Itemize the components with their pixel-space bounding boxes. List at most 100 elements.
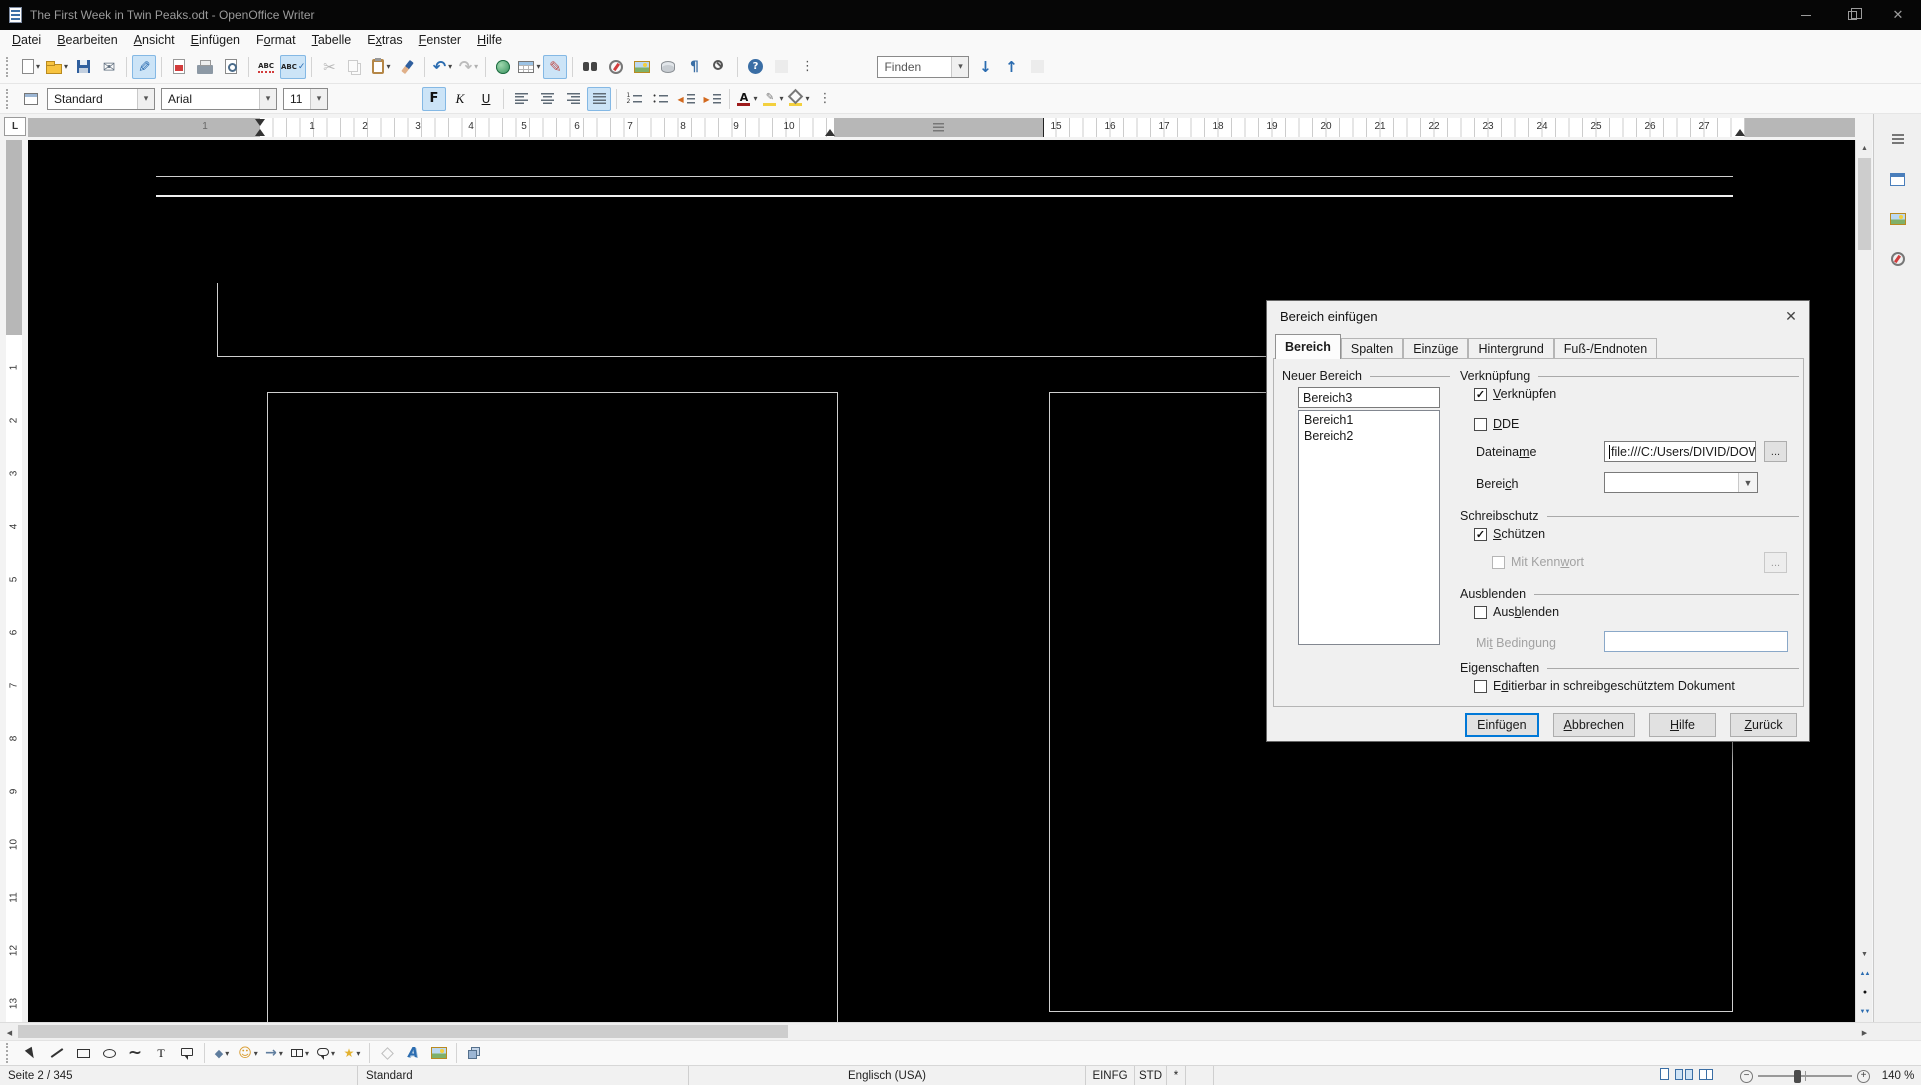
align-left-button[interactable] [509, 87, 533, 111]
find-replace-button[interactable] [578, 55, 602, 79]
status-selection-mode[interactable]: STD [1135, 1066, 1167, 1085]
tab-einzuege[interactable]: Einzüge [1403, 338, 1468, 359]
edit-file-button[interactable] [132, 55, 156, 79]
navigation-button[interactable]: ● [1856, 983, 1873, 1002]
zoom-slider[interactable]: − + [1740, 1068, 1870, 1084]
dropdown-caret-icon[interactable]: ▾ [305, 1049, 309, 1058]
block-arrows-button[interactable]: ▾ [262, 1041, 286, 1065]
menu-bearbeiten[interactable]: Bearbeiten [49, 31, 125, 49]
status-page-number[interactable]: Seite 2 / 345 [0, 1066, 358, 1085]
menu-einfuegen[interactable]: Einfügen [183, 31, 248, 49]
paragraph-style-select[interactable]: Standard ▾ [47, 88, 155, 110]
sidebar-properties-button[interactable] [1883, 164, 1913, 194]
tab-fuss-endnoten[interactable]: Fuß-/Endnoten [1554, 338, 1657, 359]
fontwork-gallery-button[interactable] [401, 1041, 425, 1065]
email-button[interactable] [97, 55, 121, 79]
zoom-in-icon[interactable]: + [1857, 1070, 1870, 1083]
undo-button[interactable]: ▾ [430, 55, 454, 79]
status-language[interactable]: Englisch (USA) [689, 1066, 1086, 1085]
menu-extras[interactable]: Extras [359, 31, 410, 49]
status-page-style[interactable]: Standard [358, 1066, 689, 1085]
scroll-right-icon[interactable]: ▶ [1856, 1024, 1873, 1041]
decrease-indent-button[interactable] [674, 87, 698, 111]
zoom-out-icon[interactable]: − [1740, 1070, 1753, 1083]
zoom-slider-thumb[interactable] [1794, 1070, 1801, 1083]
vertical-scrollbar-thumb[interactable] [1858, 158, 1871, 250]
filename-input[interactable]: file:///C:/Users/DIVID/DOWI [1604, 441, 1756, 462]
dropdown-caret-icon[interactable]: ▾ [805, 94, 809, 103]
find-input[interactable]: Finden ▾ [877, 56, 969, 78]
view-multi-page-button[interactable] [1675, 1069, 1693, 1083]
sidebar-gallery-button[interactable] [1883, 204, 1913, 234]
dropdown-caret-icon[interactable]: ▾ [36, 62, 40, 71]
status-insert-mode[interactable]: EINFG [1086, 1066, 1135, 1085]
horizontal-scrollbar-thumb[interactable] [18, 1025, 788, 1038]
sidebar-sidebar-settings-button[interactable] [1883, 124, 1913, 154]
font-dropdown-icon[interactable]: ▾ [259, 89, 276, 109]
menu-hilfe[interactable]: Hilfe [469, 31, 510, 49]
background-color-button[interactable]: ▾ [787, 87, 811, 111]
view-book-button[interactable] [1699, 1069, 1713, 1083]
font-size-select[interactable]: 11 ▾ [283, 88, 328, 110]
dropdown-caret-icon[interactable]: ▾ [254, 1049, 258, 1058]
dropdown-caret-icon[interactable]: ▾ [64, 62, 68, 71]
select-button[interactable] [19, 1041, 43, 1065]
navigator-button[interactable] [604, 55, 628, 79]
tab-stop-type-button[interactable]: L [4, 117, 26, 136]
callouts-button[interactable]: ▾ [314, 1041, 338, 1065]
align-right-button[interactable] [561, 87, 585, 111]
dropdown-caret-icon[interactable]: ▾ [331, 1049, 335, 1058]
column-resize-handle[interactable] [933, 123, 944, 132]
font-color-button[interactable]: ▾ [735, 87, 759, 111]
section-list[interactable]: Bereich1Bereich2 [1298, 410, 1440, 645]
section-list-item[interactable]: Bereich1 [1299, 412, 1439, 428]
zoom-button[interactable] [708, 55, 732, 79]
close-button[interactable]: ✕ [1875, 0, 1921, 30]
scroll-down-icon[interactable]: ▼ [1856, 946, 1873, 963]
checkbox-unchecked-icon[interactable] [1474, 606, 1487, 619]
line-button[interactable] [45, 1041, 69, 1065]
gallery-button[interactable] [630, 55, 654, 79]
section-name-input[interactable]: Bereich3 [1298, 387, 1440, 408]
checkbox-checked-icon[interactable] [1474, 388, 1487, 401]
align-center-button[interactable] [535, 87, 559, 111]
back-button[interactable]: Zurück [1730, 713, 1797, 737]
menu-datei[interactable]: Datei [4, 31, 49, 49]
hyperlink-button[interactable] [491, 55, 515, 79]
find-dropdown-icon[interactable]: ▾ [951, 57, 968, 77]
page-preview-button[interactable] [219, 55, 243, 79]
condition-input[interactable] [1604, 631, 1788, 652]
save-button[interactable] [71, 55, 95, 79]
sidebar-navigator-button[interactable] [1883, 244, 1913, 274]
ellipse-button[interactable] [97, 1041, 121, 1065]
dropdown-caret-icon[interactable]: ▾ [356, 1049, 360, 1058]
horizontal-scrollbar[interactable]: ◀ ▶ [0, 1022, 1921, 1040]
toolbar-grip[interactable] [6, 57, 13, 77]
style-dropdown-icon[interactable]: ▾ [137, 89, 154, 109]
increase-indent-button[interactable] [700, 87, 724, 111]
horizontal-ruler[interactable]: 11234567891015161718192021222324252627 [28, 118, 1855, 137]
section-list-item[interactable]: Bereich2 [1299, 428, 1439, 444]
italic-button[interactable] [448, 87, 472, 111]
previous-page-button[interactable]: ▲▲ [1856, 964, 1873, 983]
data-sources-button[interactable] [656, 55, 680, 79]
next-page-button[interactable]: ▼▼ [1856, 1002, 1873, 1021]
bullet-list-button[interactable] [648, 87, 672, 111]
filename-browse-button[interactable]: ... [1764, 441, 1787, 462]
justify-button[interactable] [587, 87, 611, 111]
stars-button[interactable]: ▾ [340, 1041, 364, 1065]
text-button[interactable] [149, 1041, 173, 1065]
paste-button[interactable]: ▾ [369, 55, 393, 79]
protect-checkbox[interactable]: Schützen [1474, 527, 1545, 541]
dropdown-caret-icon[interactable]: ▾ [448, 62, 452, 71]
print-button[interactable] [193, 55, 217, 79]
flowchart-button[interactable]: ▾ [288, 1041, 312, 1065]
font-name-select[interactable]: Arial ▾ [161, 88, 277, 110]
dropdown-caret-icon[interactable]: ▾ [225, 1049, 229, 1058]
basic-shapes-button[interactable]: ▾ [210, 1041, 234, 1065]
section-dropdown[interactable]: ▼ [1604, 472, 1758, 493]
help-button[interactable]: Hilfe [1649, 713, 1716, 737]
tab-bereich[interactable]: Bereich [1275, 334, 1341, 359]
find-next-button[interactable] [973, 55, 997, 79]
toolbar-grip[interactable] [6, 89, 13, 109]
